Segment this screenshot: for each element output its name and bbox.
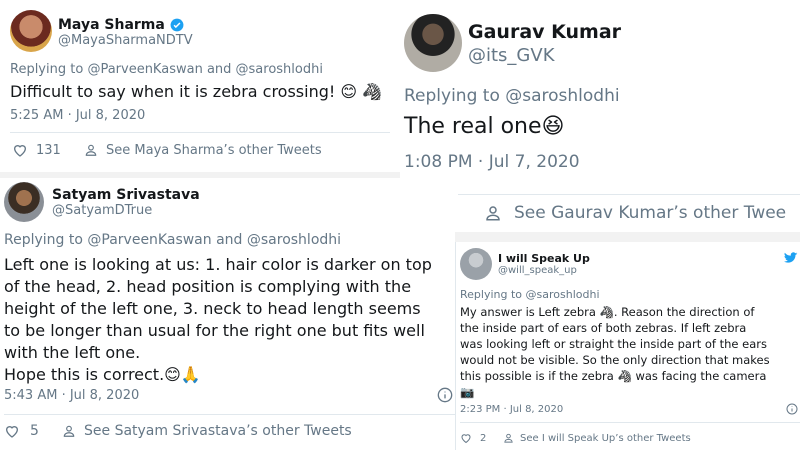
reply-to-link[interactable]: @saroshlodhi [526,288,600,301]
tweet-card-gaurav: Gaurav Kumar @its_GVK Replying to @saros… [400,0,800,232]
like-button[interactable]: 2 [460,432,486,444]
reply-context: Replying to @ParveenKaswan and @saroshlo… [10,62,323,77]
other-tweets-label: See Gaurav Kumar’s other Twee [514,203,787,223]
tweet-text: My answer is Left zebra 🦓. Reason the di… [460,304,770,400]
tweet-text-line: with the left one. [4,343,141,362]
like-count: 131 [36,142,61,158]
reply-to-link[interactable]: @ParveenKaswan and @saroshlodhi [87,232,341,248]
person-icon [484,203,502,223]
reply-prefix: Replying to [404,86,506,106]
tweet-timestamp[interactable]: 2:23 PM · Jul 8, 2020 [460,404,563,415]
avatar[interactable] [404,14,462,72]
tweet-text-line: Left one is looking at us: 1. hair color… [4,255,432,274]
tweet-text-line: the inside part of ears of both zebras. … [460,321,747,335]
other-tweets-link[interactable]: See Gaurav Kumar’s other Twee [484,203,786,223]
reply-prefix: Replying to [460,288,526,301]
tweet-card-maya: Maya Sharma @MayaSharmaNDTV Replying to … [0,0,400,172]
avatar[interactable] [10,10,52,52]
divider [458,194,800,195]
tweet-text: Difficult to say when it is zebra crossi… [10,82,383,101]
author-name[interactable]: I will Speak Up [498,252,590,265]
tweet-text-line: My answer is Left zebra 🦓. Reason the di… [460,305,755,319]
heart-icon [12,142,28,158]
author-handle[interactable]: @SatyamDTrue [52,203,200,218]
other-tweets-link[interactable]: See I will Speak Up’s other Tweets [503,432,691,444]
tweet-text: Left one is looking at us: 1. hair color… [4,254,432,386]
tweet-text-line: 📷 [460,385,475,399]
tweet-text-line: height of the left one, 3. neck to head … [4,299,421,318]
tweet-text-line: to be longer than usual for the right on… [4,321,425,340]
reply-context: Replying to @saroshlodhi [404,86,620,106]
tweet-text-line: was looking left or straight the inside … [460,337,767,351]
person-icon [62,423,76,439]
reply-to-link[interactable]: @ParveenKaswan and @saroshlodhi [87,62,323,77]
tweet-text-line: would not be visible. So the only direct… [460,353,770,367]
tweet-text: The real one😆 [404,114,565,139]
like-button[interactable]: 5 [4,423,39,439]
author-handle[interactable]: @MayaSharmaNDTV [58,33,193,48]
avatar[interactable] [4,182,44,222]
tweet-text-line: this possible is if the zebra 🦓 was faci… [460,369,767,383]
tweet-timestamp[interactable]: 1:08 PM · Jul 7, 2020 [404,152,580,172]
divider [4,414,455,415]
avatar[interactable] [460,248,492,280]
heart-icon [460,432,472,444]
tweet-card-satyam: Satyam Srivastava @SatyamDTrue Replying … [0,178,455,450]
tweet-text-line: of the head, 2. head position is complyi… [4,277,412,296]
reply-prefix: Replying to [10,62,88,77]
divider [10,132,390,133]
like-count: 5 [30,423,39,439]
other-tweets-link[interactable]: See Maya Sharma’s other Tweets [84,142,322,158]
author-handle[interactable]: @its_GVK [468,45,621,66]
other-tweets-label: See Satyam Srivastava’s other Tweets [84,423,352,439]
like-count: 2 [480,432,487,444]
heart-icon [4,423,20,439]
tweet-timestamp[interactable]: 5:25 AM · Jul 8, 2020 [10,108,145,123]
tweet-text-line: Hope this is correct.😊🙏 [4,365,201,384]
author-name[interactable]: Maya Sharma [58,17,165,33]
author-name[interactable]: Gaurav Kumar [468,21,621,43]
reply-prefix: Replying to [4,232,88,248]
reply-context: Replying to @ParveenKaswan and @saroshlo… [4,232,341,248]
other-tweets-label: See Maya Sharma’s other Tweets [106,142,322,158]
twitter-bird-icon[interactable] [784,252,798,264]
like-button[interactable]: 131 [12,142,61,158]
divider [460,422,800,423]
tweet-card-speakup: I will Speak Up @will_speak_up Replying … [455,242,800,450]
author-handle[interactable]: @will_speak_up [498,265,590,276]
other-tweets-label: See I will Speak Up’s other Tweets [520,432,691,444]
info-icon[interactable] [786,403,798,415]
reply-context: Replying to @saroshlodhi [460,288,600,301]
other-tweets-link[interactable]: See Satyam Srivastava’s other Tweets [62,423,352,439]
person-icon [84,142,98,158]
tweet-timestamp[interactable]: 5:43 AM · Jul 8, 2020 [4,388,139,403]
person-icon [503,432,514,444]
info-icon[interactable] [437,387,453,403]
author-name[interactable]: Satyam Srivastava [52,187,200,203]
verified-badge-icon [170,18,184,32]
reply-to-link[interactable]: @saroshlodhi [505,86,619,106]
